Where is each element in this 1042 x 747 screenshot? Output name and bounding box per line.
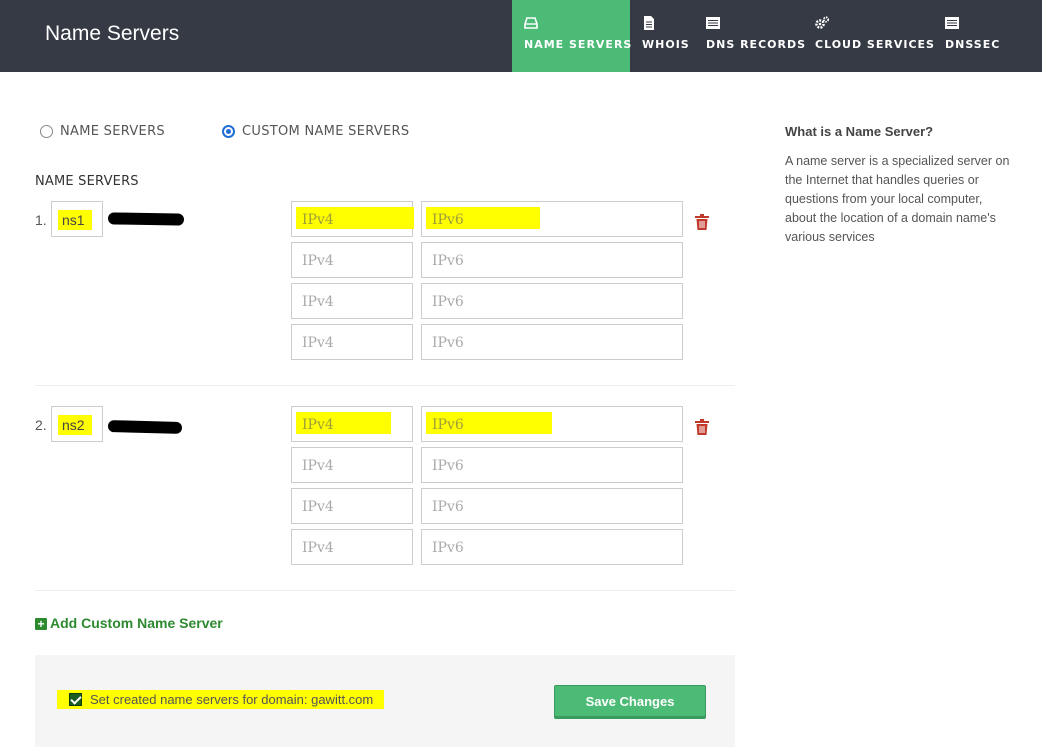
document-icon — [644, 16, 654, 30]
tab-dns-records[interactable]: DNS RECORDS — [694, 0, 807, 72]
ipv4-placeholder: IPv4 — [302, 540, 334, 556]
tab-label: DNSSEC — [945, 38, 1001, 51]
trash-icon[interactable] — [695, 419, 709, 435]
ipv6-placeholder: IPv6 — [432, 294, 464, 310]
divider — [35, 385, 735, 386]
ipv6-input[interactable]: IPv6 — [421, 201, 683, 237]
ipv6-input[interactable]: IPv6 — [421, 488, 683, 524]
set-domain-checkbox[interactable] — [69, 693, 82, 706]
radio-button[interactable] — [40, 125, 53, 138]
ns-prefix-input[interactable]: ns1 — [51, 201, 103, 237]
ipv4-input[interactable]: IPv4 — [291, 447, 413, 483]
ipv4-input[interactable]: IPv4 — [291, 283, 413, 319]
ipv6-placeholder: IPv6 — [432, 499, 464, 515]
ipv4-placeholder: IPv4 — [302, 458, 334, 474]
ipv4-input[interactable]: IPv4 — [291, 201, 414, 237]
ipv6-input[interactable]: IPv6 — [421, 324, 683, 360]
ipv4-placeholder: IPv4 — [302, 335, 334, 351]
ipv4-placeholder: IPv4 — [302, 499, 334, 515]
ipv6-placeholder: IPv6 — [432, 458, 464, 474]
ns-prefix-value: ns1 — [62, 212, 85, 228]
radio-button-selected[interactable] — [222, 125, 235, 138]
ipv4-placeholder: IPv4 — [302, 294, 334, 310]
ipv4-input[interactable]: IPv4 — [291, 324, 413, 360]
tab-label: WHOIS — [642, 38, 690, 51]
ipv6-placeholder: IPv6 — [432, 417, 464, 433]
tab-name-servers[interactable]: NAME SERVERS — [512, 0, 633, 72]
tab-label: DNS RECORDS — [706, 38, 807, 51]
ipv6-input[interactable]: IPv6 — [421, 447, 683, 483]
radio-label: NAME SERVERS — [60, 124, 165, 139]
tab-cloud-services[interactable]: CLOUD SERVICES — [804, 0, 934, 72]
entry-index: 2. — [35, 417, 47, 433]
ns-prefix-value: ns2 — [62, 417, 85, 433]
radio-label: CUSTOM NAME SERVERS — [242, 124, 410, 139]
ipv4-placeholder: IPv4 — [302, 253, 334, 269]
help-title: What is a Name Server? — [785, 124, 934, 139]
ipv6-placeholder: IPv6 — [432, 253, 464, 269]
entry-index: 1. — [35, 212, 47, 228]
list-icon — [706, 17, 720, 29]
tab-label: NAME SERVERS — [524, 38, 633, 51]
section-heading: NAME SERVERS — [35, 174, 139, 189]
hard-drive-icon — [524, 17, 538, 29]
redaction-mark — [107, 212, 185, 226]
divider — [35, 590, 735, 591]
ipv4-placeholder: IPv4 — [302, 212, 334, 228]
help-text: A name server is a specialized server on… — [785, 154, 1010, 244]
page-title: Name Servers — [45, 22, 180, 45]
ipv6-placeholder: IPv6 — [432, 212, 464, 228]
ipv4-placeholder: IPv4 — [302, 417, 334, 433]
trash-icon[interactable] — [695, 214, 709, 230]
redaction-mark — [107, 420, 183, 434]
ns-prefix-input[interactable]: ns2 — [51, 406, 103, 442]
plus-icon: + — [35, 618, 47, 630]
ipv6-input[interactable]: IPv6 — [421, 242, 683, 278]
ipv4-input[interactable]: IPv4 — [291, 406, 413, 442]
ipv6-placeholder: IPv6 — [432, 335, 464, 351]
ipv6-input[interactable]: IPv6 — [421, 529, 683, 565]
tab-dnssec[interactable]: DNSSEC — [934, 0, 1004, 72]
tab-label: CLOUD SERVICES — [815, 38, 935, 51]
ipv6-input[interactable]: IPv6 — [421, 283, 683, 319]
add-link-label: Add Custom Name Server — [50, 615, 223, 631]
list-icon — [945, 17, 959, 29]
ipv6-placeholder: IPv6 — [432, 540, 464, 556]
gears-icon — [815, 16, 829, 29]
ipv4-input[interactable]: IPv4 — [291, 488, 413, 524]
ipv4-input[interactable]: IPv4 — [291, 242, 413, 278]
top-navigation-bar: Name Servers NAME SERVERS WHOIS DNS RECO… — [0, 0, 1042, 72]
save-changes-button[interactable]: Save Changes — [554, 685, 706, 719]
add-custom-name-server-link[interactable]: + Add Custom Name Server — [35, 615, 223, 631]
checkbox-label: Set created name servers for domain: gaw… — [90, 692, 374, 707]
ipv4-input[interactable]: IPv4 — [291, 529, 413, 565]
ipv6-input[interactable]: IPv6 — [421, 406, 683, 442]
tab-whois[interactable]: WHOIS — [630, 0, 694, 72]
